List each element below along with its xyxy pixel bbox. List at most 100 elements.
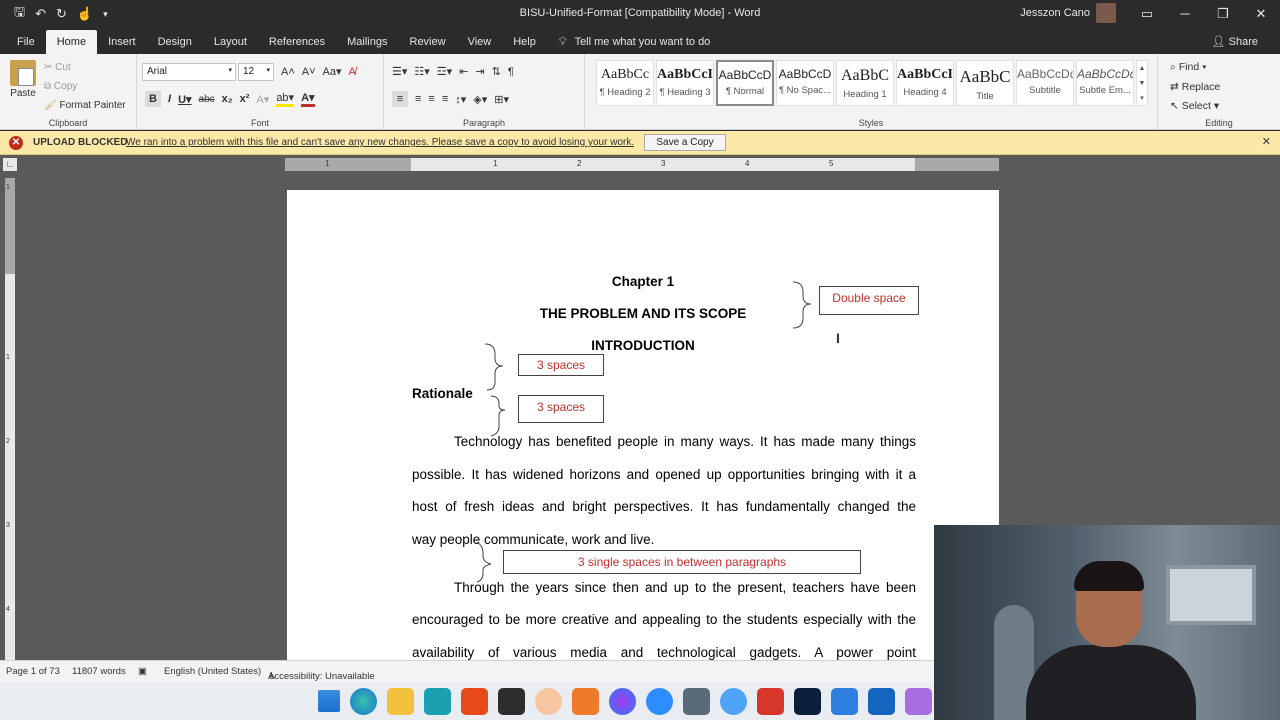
borders-icon[interactable]: ⊞▾ <box>494 93 509 106</box>
cut-button[interactable]: ✂ Cut <box>44 58 126 77</box>
style-normal[interactable]: AaBbCcD ¶ Normal <box>716 60 774 106</box>
highlight-icon[interactable]: ab▾ <box>276 91 295 107</box>
copy-button[interactable]: ⧉ Copy <box>44 77 126 96</box>
style-heading-1[interactable]: AaBbC Heading 1 <box>836 60 894 106</box>
font-size-box[interactable]: 12 ▾ <box>238 63 274 81</box>
paste-button[interactable]: Paste <box>8 60 38 99</box>
snipping-tool-icon[interactable] <box>905 688 932 715</box>
minimize-icon[interactable]: ─ <box>1166 0 1204 28</box>
edge-icon[interactable] <box>350 688 377 715</box>
word-count[interactable]: 11807 words <box>72 666 126 677</box>
app-blue-drop-icon[interactable] <box>720 688 747 715</box>
tab-insert[interactable]: Insert <box>97 30 147 54</box>
vertical-ruler[interactable]: 1 1 2 3 4 <box>5 178 15 660</box>
file-explorer-icon[interactable] <box>387 688 414 715</box>
styles-scroll[interactable]: ▲ ▼ ▾ <box>1136 60 1148 106</box>
justify-icon[interactable]: ≡ <box>442 93 448 105</box>
tab-help[interactable]: Help <box>502 30 547 54</box>
maximize-icon[interactable]: ❐ <box>1204 0 1242 28</box>
align-right-icon[interactable]: ≡ <box>428 93 434 105</box>
sticky-notes-icon[interactable] <box>498 688 525 715</box>
style-heading-3[interactable]: AaBbCcI ¶ Heading 3 <box>656 60 714 106</box>
touch-mode-icon[interactable]: ☝ <box>77 6 93 22</box>
shading-icon[interactable]: ◈▾ <box>473 93 487 106</box>
photoshop-icon[interactable] <box>794 688 821 715</box>
select-button[interactable]: ↖ Select ▾ <box>1170 97 1220 117</box>
style-heading-2[interactable]: AaBbCc ¶ Heading 2 <box>596 60 654 106</box>
format-painter-button[interactable]: 🖌︎ Format Painter <box>44 96 126 115</box>
share-button[interactable]: 👤︎ Share <box>1212 35 1258 48</box>
bullets-icon[interactable]: ☰▾ <box>392 65 407 78</box>
undo-icon[interactable]: ↶ <box>35 6 46 22</box>
save-copy-button[interactable]: Save a Copy <box>644 134 726 151</box>
tab-file[interactable]: File <box>6 30 46 54</box>
zoom-icon[interactable] <box>646 688 673 715</box>
replace-button[interactable]: ⇄ Replace <box>1170 78 1220 98</box>
tab-layout[interactable]: Layout <box>203 30 258 54</box>
align-center-icon[interactable]: ≡ <box>415 93 421 105</box>
tab-view[interactable]: View <box>457 30 503 54</box>
tab-design[interactable]: Design <box>147 30 203 54</box>
style-sample: AaBbC <box>959 67 1011 86</box>
style-title[interactable]: AaBbC Title <box>956 60 1014 106</box>
grow-font-icon[interactable]: A˄ <box>281 66 295 78</box>
find-button[interactable]: ⌕ Find ▾ <box>1170 58 1220 78</box>
style-subtitle[interactable]: AaBbCcDd Subtitle <box>1016 60 1074 106</box>
ribbon-display-icon[interactable]: ▭ <box>1128 0 1166 28</box>
shrink-font-icon[interactable]: A˅ <box>302 66 316 78</box>
customize-qat-icon[interactable]: ▾ <box>103 9 108 20</box>
app-teal-icon[interactable] <box>424 688 451 715</box>
ruler-number: 1 <box>493 159 498 168</box>
text-effects-icon[interactable]: A▾ <box>256 93 269 106</box>
windows-start-icon[interactable] <box>318 690 340 712</box>
ruler-number: 5 <box>829 159 834 168</box>
messenger-icon[interactable] <box>609 688 636 715</box>
strikethrough-button[interactable]: abc <box>199 94 215 105</box>
mail-icon[interactable] <box>868 688 895 715</box>
redo-icon[interactable]: ↻ <box>56 6 67 22</box>
office-icon[interactable] <box>461 688 488 715</box>
app-orange-icon[interactable] <box>572 688 599 715</box>
change-case-icon[interactable]: Aa▾ <box>323 65 342 78</box>
style-no-spacing[interactable]: AaBbCcD ¶ No Spac... <box>776 60 834 106</box>
tab-review[interactable]: Review <box>399 30 457 54</box>
increase-indent-icon[interactable]: ⇥ <box>475 65 484 78</box>
user-name[interactable]: Jesszon Cano <box>1020 7 1090 19</box>
app-red-icon[interactable] <box>757 688 784 715</box>
multilevel-list-icon[interactable]: ☲▾ <box>437 65 452 78</box>
tab-selector[interactable]: ∟ <box>3 158 17 171</box>
font-color-icon[interactable]: A▾ <box>301 91 315 107</box>
superscript-button[interactable]: x² <box>240 93 250 105</box>
numbering-icon[interactable]: ☷▾ <box>414 65 429 78</box>
tell-me-box[interactable]: 💡︎ Tell me what you want to do <box>559 30 710 54</box>
italic-button[interactable]: I <box>168 93 171 105</box>
calculator-icon[interactable] <box>683 688 710 715</box>
subscript-button[interactable]: x₂ <box>222 93 233 105</box>
page-count[interactable]: Page 1 of 73 <box>6 666 60 677</box>
horizontal-ruler[interactable]: 1 1 2 3 4 5 <box>285 158 999 171</box>
clear-formatting-icon[interactable]: A̸ <box>349 66 356 78</box>
align-left-icon[interactable]: ≡ <box>392 91 408 107</box>
show-marks-icon[interactable]: ¶ <box>508 66 514 78</box>
bold-button[interactable]: B <box>145 91 161 107</box>
proofing-icon[interactable]: ▣ <box>138 666 147 677</box>
document-page[interactable]: Chapter 1 THE PROBLEM AND ITS SCOPE INTR… <box>287 190 999 660</box>
style-heading-4[interactable]: AaBbCcI Heading 4 <box>896 60 954 106</box>
language-status[interactable]: English (United States) <box>164 666 261 677</box>
save-icon[interactable]: 🖫 <box>14 3 25 25</box>
decrease-indent-icon[interactable]: ⇤ <box>459 65 468 78</box>
close-icon[interactable]: ✕ <box>1242 0 1280 28</box>
sort-icon[interactable]: ⇅ <box>492 65 501 78</box>
tab-home[interactable]: Home <box>45 30 98 54</box>
close-icon[interactable]: ✕ <box>1262 135 1271 148</box>
line-spacing-icon[interactable]: ↕▾ <box>455 93 466 106</box>
todo-icon[interactable] <box>831 688 858 715</box>
tab-mailings[interactable]: Mailings <box>336 30 398 54</box>
underline-button[interactable]: U▾ <box>178 93 191 106</box>
font-name-box[interactable]: Arial ▾ <box>142 63 236 81</box>
avatar[interactable] <box>1096 3 1116 23</box>
app-q-icon[interactable] <box>535 688 562 715</box>
message-link[interactable]: We ran into a problem with this file and… <box>126 137 634 148</box>
tab-references[interactable]: References <box>258 30 336 54</box>
style-subtle-emphasis[interactable]: AaBbCcDd Subtle Em... <box>1076 60 1134 106</box>
